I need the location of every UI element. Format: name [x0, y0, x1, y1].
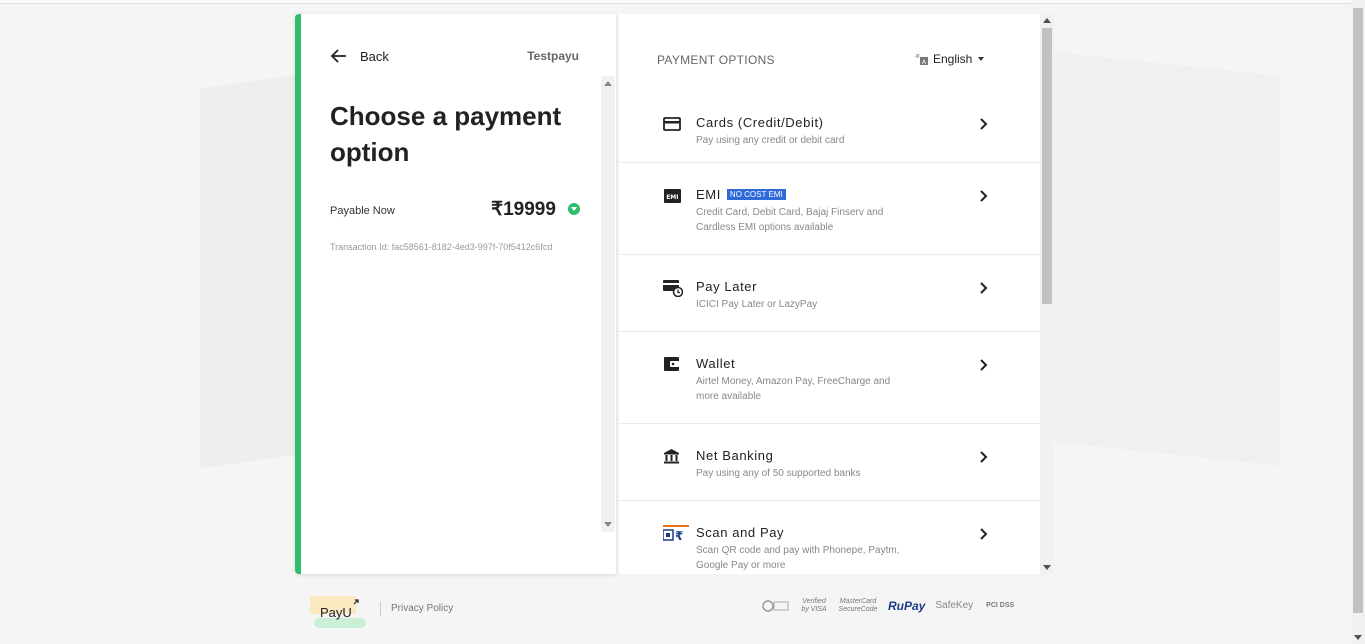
option-net-banking[interactable]: Net Banking Pay using any of 50 supporte…	[619, 424, 1040, 501]
option-title: Pay Later	[696, 279, 758, 294]
panel-scrollbar[interactable]	[601, 76, 615, 532]
bank-icon	[664, 449, 679, 464]
wallet-icon	[664, 357, 679, 371]
back-label: Back	[360, 48, 389, 64]
option-cards[interactable]: Cards (Credit/Debit) Pay using any credi…	[619, 91, 1040, 163]
language-label: English	[933, 52, 973, 66]
option-description: Airtel Money, Amazon Pay, FreeCharge and…	[696, 376, 891, 402]
translate-icon: अA	[915, 53, 928, 66]
payable-amount: ₹19999	[491, 199, 556, 220]
option-description: Credit Card, Debit Card, Bajaj Finserv a…	[696, 207, 884, 233]
page-scrollbar[interactable]	[1351, 0, 1365, 644]
chevron-down-icon	[978, 57, 985, 61]
option-title: Scan and Pay	[696, 525, 785, 540]
browser-top-edge	[0, 0, 1351, 4]
scroll-up-icon[interactable]	[1043, 18, 1051, 23]
chevron-right-icon	[980, 282, 988, 294]
scroll-down-icon[interactable]	[604, 522, 612, 527]
no-cost-emi-badge: NO COST EMI	[726, 189, 786, 200]
pay-later-icon	[663, 280, 683, 297]
pci-seal-icon	[762, 600, 789, 612]
card-icon	[663, 117, 681, 131]
chevron-right-icon	[980, 528, 988, 540]
svg-text:₹: ₹	[675, 529, 683, 543]
scroll-down-icon[interactable]	[1043, 565, 1051, 570]
upi-qr-icon: ₹	[663, 525, 689, 543]
option-title: Cards (Credit/Debit)	[696, 115, 824, 130]
payu-logo: PayU	[310, 596, 366, 628]
scrollbar-thumb[interactable]	[1353, 8, 1363, 613]
chevron-right-icon	[980, 190, 988, 202]
emi-icon: EMI	[664, 189, 681, 203]
rupay-badge: RuPay	[888, 599, 926, 613]
payment-options-title: PAYMENT OPTIONS	[657, 53, 775, 67]
payment-options-panel: PAYMENT OPTIONS अA English Cards (Credit…	[619, 14, 1054, 574]
footer-divider	[380, 602, 381, 616]
option-description: Pay using any of 50 supported banks	[696, 468, 861, 479]
visa-badge: Verified by VISA	[801, 598, 827, 613]
chevron-right-icon	[980, 118, 988, 130]
option-description: Pay using any credit or debit card	[696, 135, 845, 146]
option-description: ICICI Pay Later or LazyPay	[696, 299, 818, 310]
order-summary-panel: Back Testpayu Choose a payment option Pa…	[295, 14, 616, 574]
merchant-name: Testpayu	[527, 49, 579, 63]
safekey-badge: SafeKey	[935, 600, 974, 611]
scrollbar-thumb[interactable]	[1042, 28, 1052, 304]
options-scrollbar[interactable]	[1040, 14, 1054, 574]
mastercard-badge: MasterCard SecureCode	[838, 598, 878, 613]
option-title: EMI	[696, 187, 721, 202]
option-emi[interactable]: EMI EMI NO COST EMI Credit Card, Debit Ca…	[619, 163, 1040, 255]
transaction-id: Transaction Id: fac58561-8182-4ed3-997f-…	[330, 242, 553, 252]
chevron-right-icon	[980, 451, 988, 463]
option-wallet[interactable]: Wallet Airtel Money, Amazon Pay, FreeCha…	[619, 332, 1040, 424]
back-button[interactable]: Back	[330, 47, 389, 65]
security-badges: Verified by VISA MasterCard SecureCode R…	[762, 598, 1017, 614]
language-selector[interactable]: अA English	[915, 52, 985, 66]
amount-details-toggle-icon[interactable]	[568, 203, 580, 215]
chevron-right-icon	[980, 359, 988, 371]
scroll-up-icon[interactable]	[604, 81, 612, 86]
payu-logo-text: PayU	[320, 605, 352, 620]
scroll-down-icon[interactable]	[1354, 635, 1362, 640]
option-description: Scan QR code and pay with Phonepe, Paytm…	[696, 545, 900, 571]
option-scan-and-pay[interactable]: ₹ Scan and Pay Scan QR code and pay with…	[619, 501, 1040, 574]
option-title: Net Banking	[696, 448, 774, 463]
payable-label: Payable Now	[330, 205, 395, 217]
page-title: Choose a payment option	[330, 101, 562, 167]
pci-dss-badge: PCI DSS	[986, 602, 1015, 609]
arrow-left-icon	[330, 49, 346, 63]
privacy-policy-link[interactable]: Privacy Policy	[391, 603, 453, 614]
option-title: Wallet	[696, 356, 736, 371]
svg-text:EMI: EMI	[666, 194, 678, 201]
option-pay-later[interactable]: Pay Later ICICI Pay Later or LazyPay	[619, 255, 1040, 332]
svg-text:अ: अ	[915, 53, 920, 60]
